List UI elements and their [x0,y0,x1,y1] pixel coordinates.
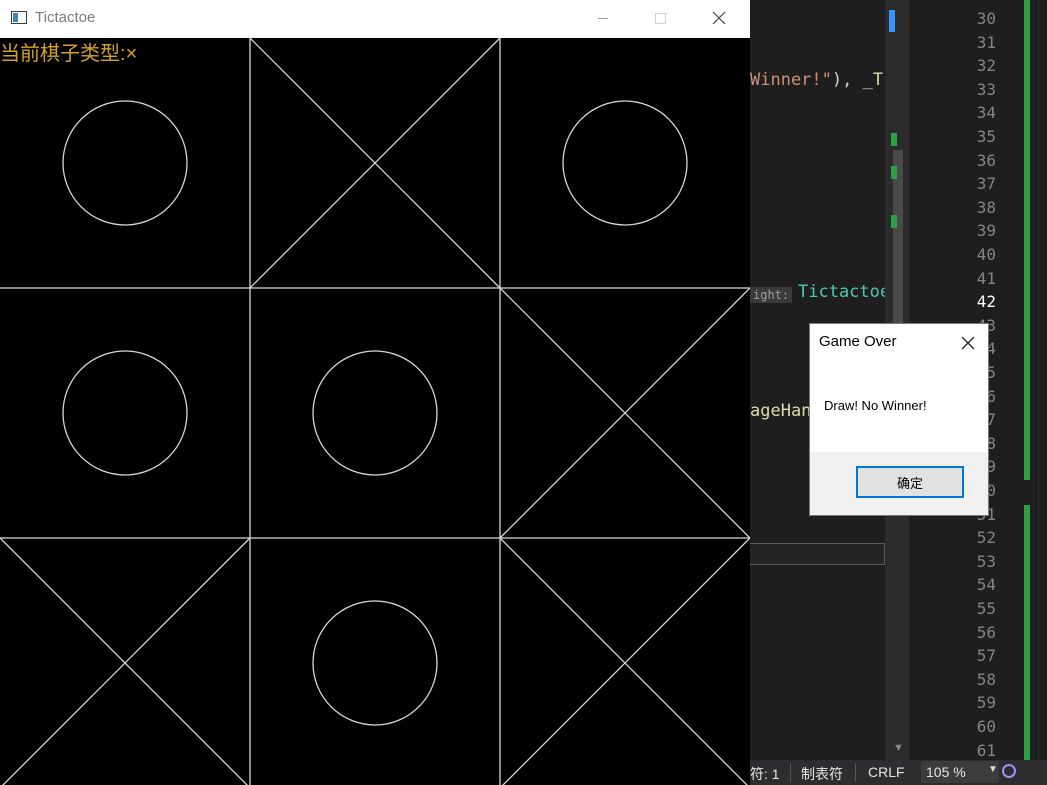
scroll-marker-change [891,133,897,146]
x-piece [249,38,501,289]
zoom-level: 105 % [926,764,966,780]
window-titlebar[interactable]: Tictactoe [0,0,750,38]
current-piece-value: × [125,43,138,65]
status-indent[interactable]: 制表符 [801,764,843,784]
line-number: 55 [976,599,996,618]
line-number: 33 [976,79,996,99]
current-piece-label: 当前棋子类型:× [0,37,137,66]
line-number: 30 [976,9,996,28]
piece-label-text: 当前棋子类型: [0,43,126,65]
game-over-dialog: Game Over Draw! No Winner! 确定 [809,323,989,516]
app-icon [11,11,27,24]
maximize-icon[interactable] [637,0,683,38]
o-piece [312,350,438,476]
status-char[interactable]: 符: 1 [750,764,780,784]
scroll-marker-change [891,166,897,179]
game-board[interactable] [0,38,750,785]
o-piece [62,350,188,476]
line-number: 40 [976,245,996,264]
tictactoe-window: Tictactoe 当前棋子类型:× [0,0,750,785]
window-title: Tictactoe [35,9,96,26]
feedback-icon[interactable] [1002,764,1016,778]
scroll-marker-change [891,215,897,228]
dialog-footer: 确定 [810,452,988,515]
code-line-message-handler: ageHan [750,401,812,421]
line-number: 32 [976,56,996,76]
scroll-down-icon[interactable]: ▼ [893,742,904,754]
x-piece [499,537,750,785]
line-number: 61 [976,740,996,760]
close-icon[interactable] [958,333,978,353]
find-bar[interactable] [750,543,885,565]
line-number: 34 [976,103,996,123]
x-piece [499,287,750,539]
line-number: 31 [976,32,996,52]
line-number: 52 [976,528,996,548]
line-number: 35 [976,127,996,146]
line-number: 41 [976,268,996,288]
close-icon[interactable] [696,0,742,38]
o-piece [62,100,188,226]
code-line-winner: Winner!"), _T( [750,70,893,90]
status-separator [790,763,791,782]
code-punct: ), [831,70,863,90]
x-piece [0,537,251,785]
status-separator [855,763,856,782]
change-bar [1024,0,1030,480]
line-number: 60 [976,717,996,736]
dialog-message: Draw! No Winner! [824,398,927,413]
o-piece [562,100,688,226]
line-number: 59 [976,693,996,713]
line-number: 53 [976,551,996,571]
code-line-tictactoe: Tictactoe [798,282,891,302]
dialog-title: Game Over [819,333,897,350]
change-bar [1024,505,1030,760]
chevron-down-icon[interactable]: ▼ [988,764,998,775]
o-piece [312,600,438,726]
line-number: 56 [976,622,996,642]
line-number: 42 [976,292,996,312]
line-number: 38 [976,197,996,217]
status-eol[interactable]: CRLF [868,764,905,780]
ok-button[interactable]: 确定 [856,466,964,498]
line-number: 57 [976,646,996,666]
line-number: 54 [976,575,996,595]
minimize-icon[interactable] [580,0,626,38]
line-number: 36 [976,150,996,170]
scroll-marker-selection [889,10,895,32]
editor-right-edge [1038,0,1047,770]
code-string: Winner!" [750,70,832,90]
parameter-hint: ight: [750,287,793,303]
line-number: 37 [976,174,996,194]
line-number: 58 [976,669,996,689]
line-number: 39 [976,221,996,241]
